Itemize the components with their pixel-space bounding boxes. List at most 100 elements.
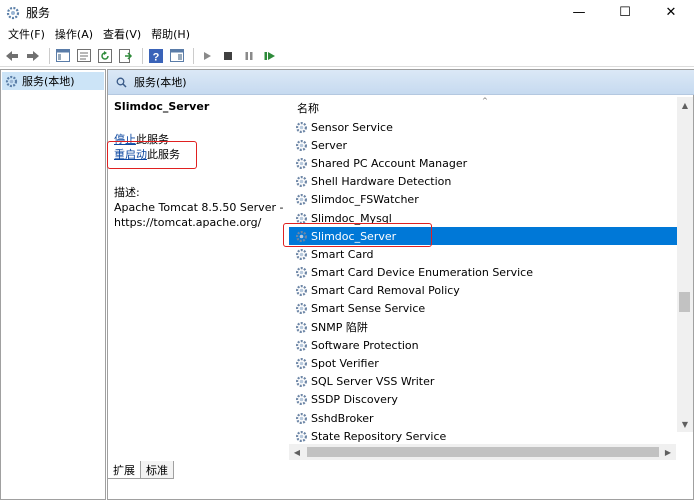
service-row[interactable]: Shared PC Account Manager: [289, 154, 684, 172]
description-line-1: Apache Tomcat 8.5.50 Server -: [114, 201, 284, 214]
service-row[interactable]: Slimdoc_Mysql: [289, 209, 684, 227]
service-gear-icon: [295, 357, 308, 370]
service-row[interactable]: SshdBroker: [289, 409, 684, 427]
toolbar: ?: [0, 45, 694, 67]
title-bar: 服务 — ☐ ✕: [0, 0, 694, 25]
show-action-pane-button[interactable]: [168, 47, 186, 65]
view-tabs: 扩展 标准: [107, 461, 174, 479]
action-pane-icon: [170, 49, 184, 62]
start-service-button[interactable]: [198, 47, 216, 65]
console-tree-icon: [56, 49, 70, 62]
horizontal-scrollbar[interactable]: ◀ ▶: [289, 444, 676, 460]
scroll-right-icon[interactable]: ▶: [660, 444, 676, 460]
panel-header: 服务(本地): [108, 70, 694, 95]
service-name: Smart Card Device Enumeration Service: [311, 266, 533, 280]
service-row[interactable]: Software Protection: [289, 336, 684, 354]
services-gear-icon: [5, 75, 18, 87]
service-name: Smart Card Removal Policy: [311, 284, 460, 298]
service-gear-icon: [295, 139, 308, 152]
restart-service-line: 重启动此服务: [114, 147, 284, 162]
service-gear-icon: [295, 284, 308, 297]
scroll-down-icon[interactable]: ▼: [677, 416, 693, 432]
service-name: Spot Verifier: [311, 357, 379, 371]
properties-icon: [77, 49, 91, 62]
export-list-button[interactable]: [117, 47, 135, 65]
close-button[interactable]: ✕: [648, 0, 694, 25]
close-icon: ✕: [665, 5, 677, 20]
column-header-name[interactable]: 名称 ^: [289, 97, 694, 119]
service-name: SSDP Discovery: [311, 393, 398, 407]
toolbar-separator: [142, 47, 143, 64]
service-name: Server: [311, 138, 348, 152]
scroll-left-icon[interactable]: ◀: [289, 444, 305, 460]
console-tree: 服务(本地): [0, 69, 106, 500]
services-gear-icon: [6, 6, 20, 19]
service-row[interactable]: State Repository Service: [289, 427, 684, 445]
stop-service-line: 停止此服务: [114, 132, 284, 147]
service-name: Slimdoc_FSWatcher: [311, 193, 419, 207]
selected-service-name: Slimdoc_Server: [114, 100, 210, 113]
service-row[interactable]: Shell Hardware Detection: [289, 173, 684, 191]
service-row[interactable]: Smart Sense Service: [289, 300, 684, 318]
show-hide-tree-button[interactable]: [54, 47, 72, 65]
service-name: SshdBroker: [311, 411, 374, 425]
service-gear-icon: [295, 412, 308, 425]
service-gear-icon: [295, 248, 308, 261]
service-row[interactable]: Slimdoc_Server: [289, 227, 684, 246]
menu-file[interactable]: 文件(F): [3, 25, 50, 45]
forward-button[interactable]: [24, 47, 42, 65]
stop-service-link[interactable]: 停止: [114, 133, 136, 146]
menu-action[interactable]: 操作(A): [50, 25, 98, 45]
menu-bar: 文件(F) 操作(A) 查看(V) 帮助(H): [0, 25, 694, 45]
restart-service-button[interactable]: [261, 47, 279, 65]
tab-extended[interactable]: 扩展: [107, 461, 141, 479]
vertical-scroll-thumb[interactable]: [679, 292, 690, 312]
service-row[interactable]: Slimdoc_FSWatcher: [289, 191, 684, 209]
menu-view[interactable]: 查看(V): [98, 25, 146, 45]
toolbar-separator: [49, 47, 50, 64]
help-button[interactable]: ?: [147, 47, 165, 65]
service-name: SNMP 陷阱: [311, 321, 368, 335]
service-row[interactable]: Smart Card Removal Policy: [289, 282, 684, 300]
stop-service-suffix: 此服务: [136, 133, 169, 146]
minimize-button[interactable]: —: [556, 0, 602, 25]
column-header-label: 名称: [297, 102, 319, 115]
service-gear-icon: [295, 430, 308, 443]
service-gear-icon: [295, 339, 308, 352]
service-row[interactable]: Smart Card: [289, 245, 684, 263]
restart-service-link[interactable]: 重启动: [114, 148, 147, 161]
tree-item-services-local[interactable]: 服务(本地): [2, 72, 104, 90]
service-name: Shared PC Account Manager: [311, 156, 468, 170]
scroll-up-icon[interactable]: ▲: [677, 97, 693, 113]
pause-icon: [245, 51, 253, 60]
service-gear-icon: [295, 393, 308, 406]
service-name: Sensor Service: [311, 120, 393, 134]
stop-service-button[interactable]: [219, 47, 237, 65]
service-row[interactable]: SNMP 陷阱: [289, 318, 684, 336]
restart-icon: [264, 51, 275, 60]
service-row[interactable]: SSDP Discovery: [289, 391, 684, 409]
service-row[interactable]: Smart Card Device Enumeration Service: [289, 264, 684, 282]
back-button[interactable]: [3, 47, 21, 65]
description-label: 描述:: [114, 186, 140, 199]
stop-icon: [224, 51, 232, 60]
service-row[interactable]: Sensor Service: [289, 118, 684, 136]
menu-help[interactable]: 帮助(H): [146, 25, 195, 45]
export-icon: [119, 48, 133, 63]
service-row[interactable]: SQL Server VSS Writer: [289, 373, 684, 391]
pause-service-button[interactable]: [240, 47, 258, 65]
horizontal-scroll-thumb[interactable]: [307, 447, 659, 457]
service-row[interactable]: Spot Verifier: [289, 354, 684, 372]
service-gear-icon: [295, 212, 308, 225]
service-list: 名称 ^ Sensor Service Server Shared PC Accou…: [289, 97, 694, 462]
services-panel: 服务(本地) Slimdoc_Server 停止此服务 重启动此服务 描述: A…: [107, 69, 694, 500]
service-description-pane: Slimdoc_Server 停止此服务 重启动此服务 描述: Apache T…: [114, 100, 284, 230]
service-row[interactable]: Server: [289, 136, 684, 154]
search-icon: [116, 77, 127, 88]
refresh-button[interactable]: [96, 47, 114, 65]
tab-standard[interactable]: 标准: [141, 461, 174, 479]
maximize-button[interactable]: ☐: [602, 0, 648, 25]
vertical-scrollbar[interactable]: ▲ ▼: [677, 97, 693, 432]
service-gear-icon: [295, 321, 308, 334]
properties-button[interactable]: [75, 47, 93, 65]
